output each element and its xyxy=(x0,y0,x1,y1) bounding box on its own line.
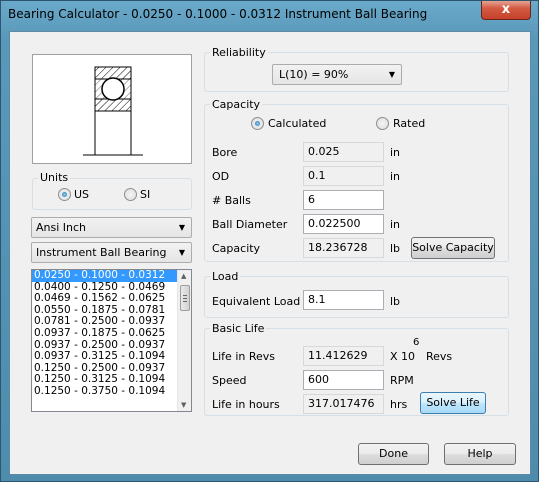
units-si-label: SI xyxy=(140,188,151,201)
life-revs-unit: X 10 xyxy=(390,350,416,363)
chevron-down-icon: ▼ xyxy=(178,223,185,232)
balls-input[interactable]: 6 xyxy=(303,190,384,210)
rated-label: Rated xyxy=(393,117,426,130)
list-item[interactable]: 0.1250 - 0.3750 - 0.1094 xyxy=(32,385,191,398)
life-hours-label: Life in hours xyxy=(212,398,280,411)
bearing-preview xyxy=(32,54,192,164)
standard-dropdown-value: Ansi Inch xyxy=(36,221,87,234)
od-unit: in xyxy=(390,170,401,183)
done-button[interactable]: Done xyxy=(358,443,429,465)
grip-line xyxy=(183,298,187,299)
life-revs-suffix: Revs xyxy=(426,350,453,363)
units-label: Units xyxy=(38,171,71,184)
chevron-down-icon: ▼ xyxy=(178,248,185,257)
ball-diameter-unit: in xyxy=(390,218,401,231)
bearing-type-dropdown[interactable]: Instrument Ball Bearing ▼ xyxy=(31,242,192,263)
bearing-size-list[interactable]: 0.0250 - 0.1000 - 0.0312 0.0400 - 0.1250… xyxy=(31,269,192,412)
life-revs-label: Life in Revs xyxy=(212,350,276,363)
units-us-radio[interactable] xyxy=(58,188,71,201)
list-item[interactable]: 0.0250 - 0.1000 - 0.0312 xyxy=(32,270,191,282)
solve-capacity-button[interactable]: Solve Capacity xyxy=(411,237,495,259)
equivalent-load-unit: lb xyxy=(390,295,401,308)
speed-label: Speed xyxy=(212,374,247,387)
od-label: OD xyxy=(212,170,230,183)
ball-diameter-input[interactable]: 0.022500 xyxy=(303,214,384,234)
close-button[interactable]: x xyxy=(481,1,531,20)
units-si-radio[interactable] xyxy=(124,188,137,201)
window-title: Bearing Calculator - 0.0250 - 0.1000 - 0… xyxy=(8,7,428,21)
list-item[interactable]: 0.0937 - 0.1875 - 0.0625 xyxy=(32,327,191,340)
capacity-value-label: Capacity xyxy=(212,242,261,255)
reliability-label: Reliability xyxy=(210,46,268,59)
scroll-up-icon[interactable]: ▲ xyxy=(181,272,186,280)
equivalent-load-input[interactable]: 8.1 xyxy=(303,290,384,310)
solve-life-button[interactable]: Solve Life xyxy=(420,392,486,414)
rated-radio[interactable] xyxy=(376,117,389,130)
calculated-label: Calculated xyxy=(268,117,327,130)
chevron-down-icon: ▼ xyxy=(388,70,395,79)
equivalent-load-label: Equivalent Load xyxy=(212,295,301,308)
calculated-radio[interactable] xyxy=(251,117,264,130)
life-revs-exponent: 6 xyxy=(413,337,420,348)
speed-input[interactable]: 600 xyxy=(303,370,384,390)
capacity-label: Capacity xyxy=(210,98,263,111)
basic-life-label: Basic Life xyxy=(210,322,267,335)
bore-label: Bore xyxy=(212,146,238,159)
list-item[interactable]: 0.0937 - 0.3125 - 0.1094 xyxy=(32,351,191,363)
capacity-value: 18.236728 xyxy=(303,238,384,258)
load-label: Load xyxy=(210,270,241,283)
reliability-value: L(10) = 90% xyxy=(279,68,349,81)
capacity-unit: lb xyxy=(390,242,401,255)
grip-line xyxy=(183,295,187,296)
life-revs-value: 11.412629 xyxy=(303,346,384,366)
help-button[interactable]: Help xyxy=(444,443,516,465)
scroll-down-icon[interactable]: ▼ xyxy=(181,401,186,409)
od-value: 0.1 xyxy=(303,166,384,186)
ball-diameter-label: Ball Diameter xyxy=(212,218,288,231)
scroll-thumb[interactable] xyxy=(180,285,190,311)
units-us-label: US xyxy=(74,188,90,201)
speed-unit: RPM xyxy=(390,374,414,387)
bearing-type-value: Instrument Ball Bearing xyxy=(36,246,167,259)
balls-label: # Balls xyxy=(212,194,251,207)
bore-value: 0.025 xyxy=(303,142,384,162)
life-hours-value: 317.017476 xyxy=(303,394,384,414)
grip-line xyxy=(183,301,187,302)
standard-dropdown[interactable]: Ansi Inch ▼ xyxy=(31,217,192,238)
list-scrollbar[interactable]: ▲ ▼ xyxy=(177,270,191,411)
life-hours-unit: hrs xyxy=(390,398,408,411)
dialog-client: Units US SI Ansi Inch ▼ Instrument Ball … xyxy=(9,31,531,475)
reliability-dropdown[interactable]: L(10) = 90% ▼ xyxy=(272,64,402,85)
dialog-window: Bearing Calculator - 0.0250 - 0.1000 - 0… xyxy=(0,0,539,482)
bore-unit: in xyxy=(390,146,401,159)
bearing-diagram-icon xyxy=(83,66,143,156)
